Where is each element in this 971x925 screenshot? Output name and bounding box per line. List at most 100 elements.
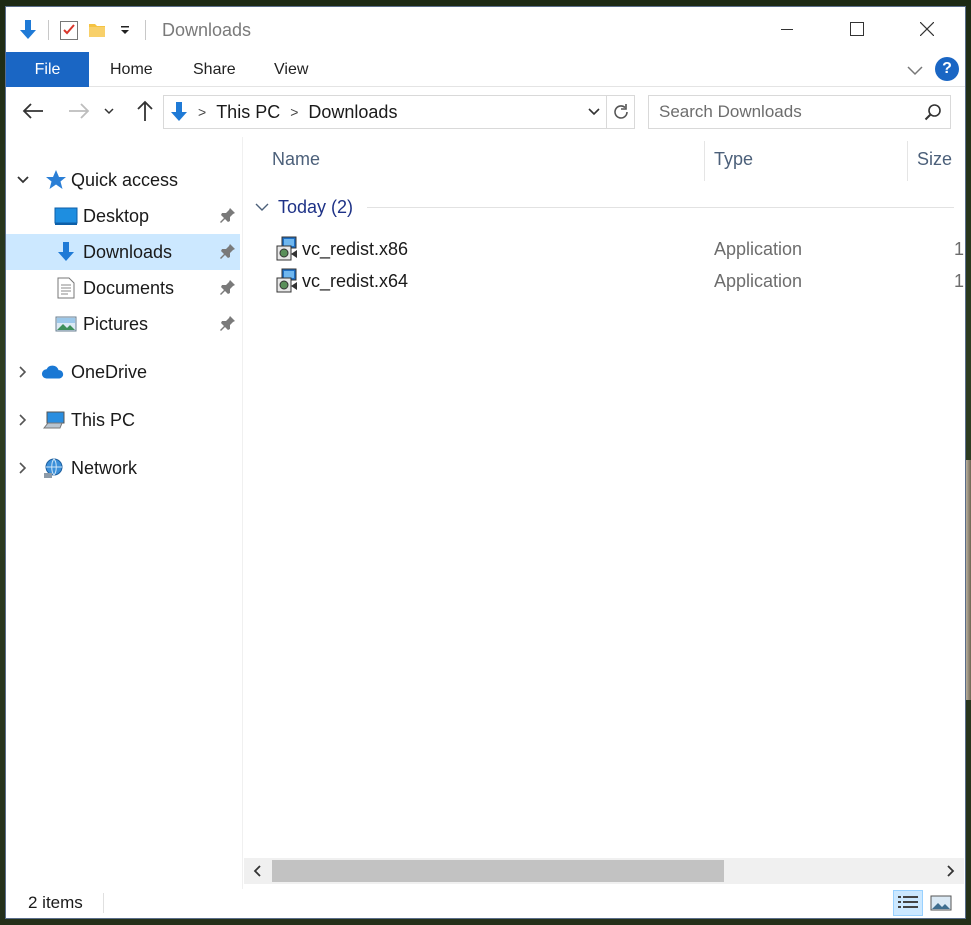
breadcrumb-chevron-icon[interactable]: >	[198, 104, 206, 120]
breadcrumb-downloads[interactable]: Downloads	[308, 102, 397, 123]
back-button[interactable]	[20, 98, 46, 124]
back-arrow-icon	[22, 103, 43, 119]
chevron-down-icon	[588, 108, 600, 116]
nav-quick-access[interactable]: Quick access	[6, 162, 240, 198]
nav-item-desktop[interactable]: Desktop	[6, 198, 240, 234]
nav-item-documents[interactable]: Documents	[6, 270, 240, 306]
column-header-name[interactable]: Name	[272, 149, 320, 170]
large-icons-view-button[interactable]	[926, 890, 956, 916]
properties-icon[interactable]	[55, 16, 83, 44]
up-button[interactable]	[132, 98, 158, 124]
nav-network[interactable]: Network	[6, 450, 240, 486]
nav-this-pc[interactable]: This PC	[6, 402, 240, 438]
ribbon-tabs: File Home Share View ?	[6, 52, 965, 87]
nav-label: OneDrive	[71, 361, 148, 382]
column-divider[interactable]	[704, 141, 705, 181]
file-list-pane: Name Type Size Today (2) vc_redist.x86 A…	[244, 137, 965, 859]
nav-label: Pictures	[83, 313, 149, 334]
nav-label: Downloads	[83, 241, 173, 262]
pin-icon[interactable]	[220, 207, 236, 228]
chevron-down-icon[interactable]	[14, 171, 32, 189]
column-header-type[interactable]: Type	[714, 149, 753, 170]
tab-home[interactable]: Home	[110, 52, 153, 87]
column-header-size[interactable]: Size	[917, 149, 952, 170]
breadcrumb-chevron-icon[interactable]: >	[290, 104, 298, 120]
item-count: 2 items	[28, 893, 83, 912]
maximize-button[interactable]	[834, 7, 880, 51]
search-box[interactable]	[648, 95, 951, 129]
file-size: 1	[954, 270, 965, 291]
chevron-right-icon[interactable]	[14, 411, 32, 429]
chevron-right-icon[interactable]	[14, 459, 32, 477]
toolbar-separator	[48, 20, 49, 40]
file-row[interactable]: vc_redist.x64 Application 1	[272, 266, 965, 296]
file-name: vc_redist.x64	[302, 270, 409, 291]
file-row[interactable]: vc_redist.x86 Application 1	[272, 234, 965, 264]
expand-ribbon-button[interactable]	[905, 60, 925, 80]
desktop-icon	[54, 204, 78, 228]
help-button[interactable]: ?	[935, 57, 959, 81]
forward-button[interactable]	[66, 98, 92, 124]
navigation-pane: Quick access Desktop Downloads Documents…	[6, 137, 243, 889]
close-button[interactable]	[904, 7, 950, 51]
scroll-right-button[interactable]	[938, 858, 964, 884]
breadcrumb-this-pc[interactable]: This PC	[216, 102, 280, 123]
tab-view[interactable]: View	[274, 52, 308, 87]
address-history-dropdown[interactable]	[582, 96, 606, 128]
forward-arrow-icon	[69, 103, 90, 119]
nav-item-pictures[interactable]: Pictures	[6, 306, 240, 342]
search-input[interactable]	[659, 102, 909, 122]
scroll-left-button[interactable]	[244, 858, 270, 884]
minimize-button[interactable]	[764, 7, 810, 51]
downloads-arrow-icon[interactable]	[14, 16, 42, 44]
chevron-left-icon	[253, 865, 261, 877]
recent-locations-button[interactable]	[102, 98, 116, 124]
column-divider[interactable]	[907, 141, 908, 181]
file-size: 1	[954, 238, 965, 259]
horizontal-scrollbar[interactable]	[244, 858, 964, 884]
group-label: Today (2)	[278, 196, 354, 217]
group-divider	[367, 206, 954, 208]
cloud-icon	[41, 360, 65, 384]
customize-toolbar-dropdown-icon[interactable]	[111, 16, 139, 44]
file-type: Application	[714, 270, 803, 291]
file-name: vc_redist.x86	[302, 238, 409, 259]
file-explorer-window: Downloads File Home Share View ? > This …	[5, 6, 966, 919]
pin-icon[interactable]	[220, 243, 236, 264]
tab-file[interactable]: File	[6, 52, 89, 87]
nav-label: Desktop	[83, 205, 150, 226]
document-icon	[54, 276, 78, 300]
downloads-folder-icon	[170, 101, 188, 123]
chevron-down-icon	[104, 108, 114, 115]
scrollbar-thumb[interactable]	[272, 860, 724, 882]
search-icon[interactable]	[924, 103, 942, 126]
close-icon	[920, 22, 934, 36]
address-bar[interactable]: > This PC > Downloads	[163, 95, 607, 129]
pictures-icon	[54, 312, 78, 336]
nav-label: Network	[71, 457, 138, 478]
nav-item-downloads[interactable]: Downloads	[6, 234, 240, 270]
installer-icon	[276, 236, 300, 267]
refresh-button[interactable]	[607, 95, 635, 129]
chevron-right-icon[interactable]	[14, 363, 32, 381]
tab-share[interactable]: Share	[193, 52, 236, 87]
star-icon	[44, 168, 68, 192]
up-arrow-icon	[137, 100, 153, 121]
pin-icon[interactable]	[220, 279, 236, 300]
chevron-right-icon	[947, 865, 955, 877]
pin-icon[interactable]	[220, 315, 236, 336]
nav-onedrive[interactable]: OneDrive	[6, 354, 240, 390]
new-folder-icon[interactable]	[83, 16, 111, 44]
chevron-down-icon	[255, 203, 269, 211]
large-icons-view-icon	[930, 895, 952, 911]
toolbar-separator	[145, 20, 146, 40]
nav-label: This PC	[71, 409, 136, 430]
nav-label: Quick access	[71, 169, 179, 190]
group-header-today[interactable]: Today (2)	[254, 195, 954, 219]
details-view-button[interactable]	[893, 890, 923, 916]
minimize-icon	[781, 29, 793, 30]
details-view-icon	[898, 896, 918, 908]
title-bar[interactable]: Downloads	[6, 7, 965, 52]
downloads-arrow-icon	[54, 240, 78, 264]
network-icon	[42, 456, 66, 480]
